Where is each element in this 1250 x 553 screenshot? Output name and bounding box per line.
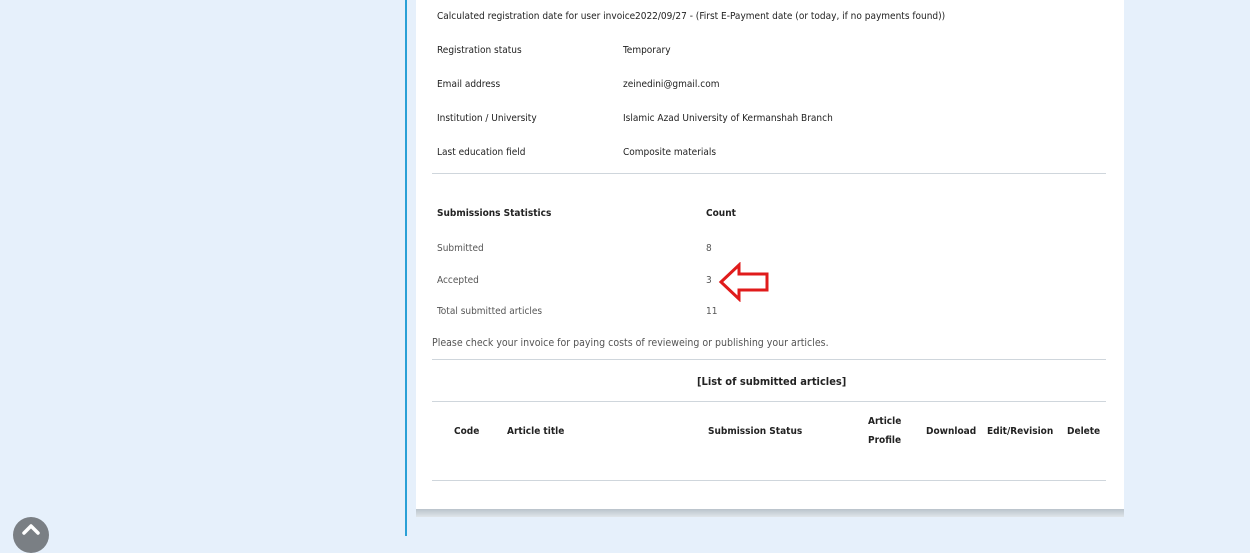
education-label: Last education field (437, 147, 526, 158)
divider (432, 401, 1106, 402)
stats-total-label: Total submitted articles (437, 306, 543, 317)
col-article-title[interactable]: Article title (507, 426, 564, 438)
stats-accepted-count: 3 (706, 275, 712, 286)
left-arrow-outline-icon (718, 262, 769, 302)
reg-date-value: 2022/09/27 - (First E-Payment date (or t… (635, 11, 946, 22)
vertical-divider (405, 0, 407, 536)
col-download[interactable]: Download (926, 426, 976, 438)
education-value: Composite materials (623, 147, 717, 158)
stats-submitted-label: Submitted (437, 243, 484, 254)
divider (432, 359, 1106, 360)
stats-total-count: 11 (706, 306, 718, 317)
reg-status-label: Registration status (437, 45, 522, 56)
col-article-profile-line2[interactable]: Profile (868, 435, 901, 447)
institution-value: Islamic Azad University of Kermanshah Br… (623, 113, 833, 124)
bottom-bar (416, 509, 1124, 517)
col-code[interactable]: Code (454, 426, 479, 438)
chevron-up-icon (22, 524, 40, 535)
email-label: Email address (437, 79, 501, 90)
reg-status-value: Temporary (623, 45, 671, 56)
stats-submitted-count: 8 (706, 243, 712, 254)
divider (432, 480, 1106, 481)
col-delete[interactable]: Delete (1067, 426, 1100, 438)
invoice-notice: Please check your invoice for paying cos… (432, 337, 829, 349)
stats-header-count: Count (706, 208, 736, 219)
stats-header-label: Submissions Statistics (437, 208, 552, 219)
articles-list-title: [List of submitted articles] (697, 375, 847, 388)
email-value: zeinedini@gmail.com (623, 79, 720, 90)
reg-date-label: Calculated registration date for user in… (437, 11, 636, 22)
divider (432, 173, 1106, 174)
scroll-to-top-button[interactable] (13, 517, 49, 553)
col-article-profile-line1[interactable]: Article (868, 416, 901, 428)
col-submission-status[interactable]: Submission Status (708, 426, 802, 438)
institution-label: Institution / University (437, 113, 537, 124)
stats-accepted-label: Accepted (437, 275, 479, 286)
col-edit-revision[interactable]: Edit/Revision (987, 426, 1053, 438)
